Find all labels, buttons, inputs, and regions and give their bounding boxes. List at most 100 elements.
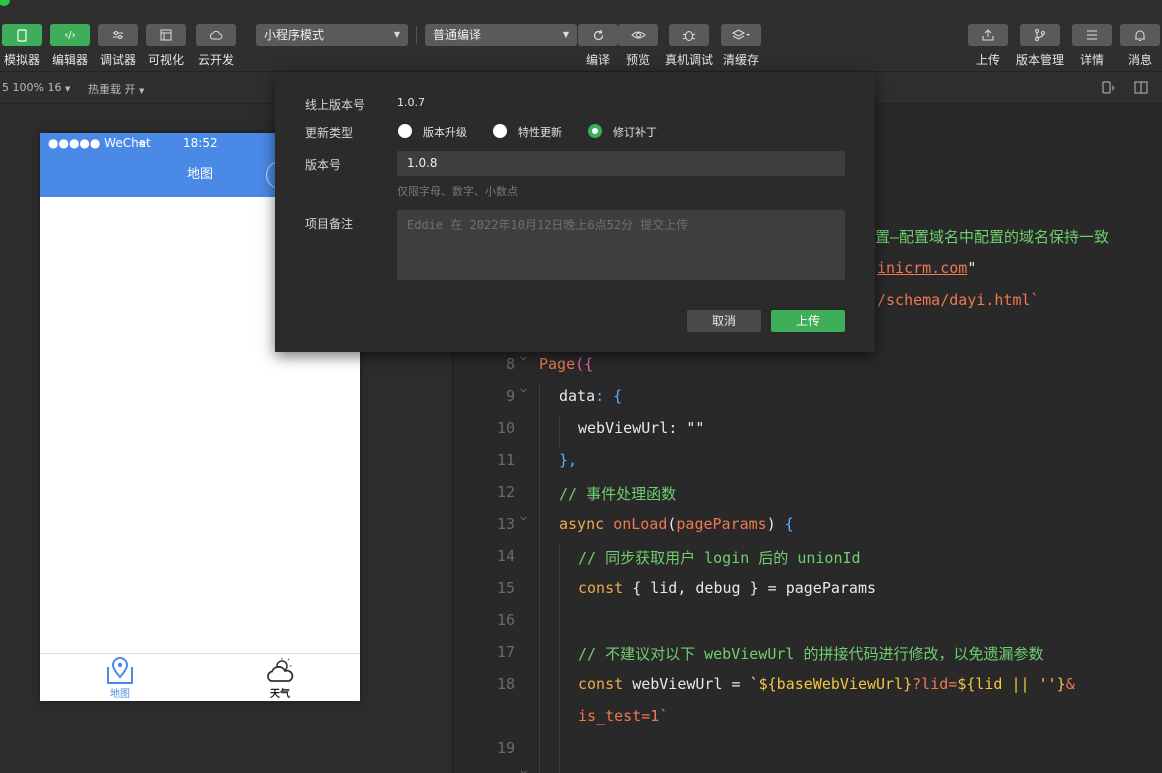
cloud-dev-button[interactable] [196,24,236,46]
fold-chevron-icon[interactable]: ⌵ [520,763,527,773]
preview-button[interactable] [618,24,658,46]
code-line-17: // 不建议对以下 webViewUrl 的拼接代码进行修改，以免遗漏参数 [578,645,1044,663]
bell-icon [1135,30,1145,41]
remark-label: 项目备注 [305,217,354,231]
code-line-15: const { lid, debug } = pageParams [578,579,877,597]
map-icon [107,657,133,684]
device-debug-button[interactable] [669,24,709,46]
visual-toggle-button[interactable] [146,24,186,46]
clear-cache-button[interactable] [721,24,761,46]
code-line-8: Page({ [539,355,594,373]
line-number: 19 [496,739,515,757]
device-debug-label: 真机调试 [664,53,713,67]
line-number: 16 [496,611,515,629]
window-close-dot[interactable] [0,0,10,6]
title-bar [0,0,1162,8]
wifi-icon: ᯤ [138,139,148,150]
layers-icon [732,29,750,40]
radio-feature-update[interactable] [493,124,507,138]
code-line-partial-domain: inicrm.com" [877,259,977,277]
confirm-upload-button[interactable]: 上传 [771,310,845,332]
mode-select-value: 小程序模式 [264,28,325,42]
upload-dialog: 线上版本号 1.0.7 更新类型 版本升级 特性更新 修订补丁 版本号 1.0.… [275,72,875,352]
chevron-down-icon: ▼ [393,30,400,39]
code-icon: ‹/› [64,29,76,41]
split-view-icon[interactable] [1134,81,1148,94]
bug-icon [682,31,696,41]
line-number: 11 [496,451,515,469]
devtools-window: 模拟器 ‹/› 编辑器 调试器 可视化 云开发 小程序模式 ▼ 普通编译 ▼ 编… [0,0,1162,773]
editor-toggle-button[interactable]: ‹/› [50,24,90,46]
domain-link[interactable]: inicrm.com [877,259,967,277]
line-number: 13 [496,515,515,533]
cloud-icon [209,30,223,40]
tab-map[interactable]: 地图 [40,657,200,700]
compile-select[interactable]: 普通编译 ▼ [425,24,577,46]
hot-reload-value: 热重载 开 [88,83,136,96]
version-input[interactable]: 1.0.8 [397,151,845,176]
code-line-10: webViewUrl: "" [578,419,705,437]
code-line-partial-comment: 置—配置域名中配置的域名保持一致 [875,228,1110,246]
debugger-toggle-button[interactable] [98,24,138,46]
details-label: 详情 [1079,53,1104,67]
tab-weather[interactable]: 天气 [200,657,360,700]
radio-version-upgrade[interactable] [398,124,412,138]
tab-weather-label: 天气 [270,689,290,700]
simulator-label: 模拟器 [3,53,40,67]
chevron-down-icon: ▼ [562,30,569,39]
rotate-icon[interactable] [1100,80,1116,96]
phone-icon [17,28,27,42]
sliders-icon [113,31,123,39]
layout-icon [160,29,172,41]
online-version-label: 线上版本号 [305,98,366,112]
fold-chevron-icon[interactable]: ⌵ [520,509,527,523]
simulator-toggle-button[interactable] [2,24,42,46]
messages-button[interactable] [1120,24,1160,46]
indent-guide [539,384,540,773]
radio-version-upgrade-label: 版本升级 [423,126,467,139]
compile-button[interactable] [578,24,618,46]
radio-patch[interactable] [588,124,602,138]
fold-chevron-icon[interactable]: ⌵ [520,381,527,395]
code-line-12: // 事件处理函数 [559,485,677,503]
mode-select[interactable]: 小程序模式 ▼ [256,24,408,46]
radio-feature-update-label: 特性更新 [518,126,562,139]
code-line-13: async onLoad(pageParams) { [559,515,794,533]
hot-reload-select[interactable]: 热重载 开 ▼ [88,81,144,97]
indent-guide [559,416,560,448]
upload-button[interactable] [968,24,1008,46]
line-number: 10 [496,419,515,437]
line-number: 15 [496,579,515,597]
details-button[interactable] [1072,24,1112,46]
online-version-value: 1.0.7 [397,96,425,109]
update-type-label: 更新类型 [305,126,354,140]
menu-icon [1087,30,1097,40]
cancel-button[interactable]: 取消 [687,310,761,332]
chevron-down-icon: ▼ [139,87,145,95]
line-number: 14 [496,547,515,565]
branch-icon [1035,29,1045,41]
weather-icon [267,658,294,682]
nav-title: 地图 [186,167,213,182]
line-number: 18 [496,675,515,693]
status-time: 18:52 [183,136,218,150]
upload-icon [982,29,994,41]
eye-icon [630,31,646,39]
code-line-14: // 同步获取用户 login 后的 unionId [578,549,861,567]
debugger-label: 调试器 [99,53,136,67]
code-line-9: data: { [559,387,623,405]
indent-guide [559,544,560,773]
refresh-icon [593,29,603,40]
device-zoom-select[interactable]: 5 100% 16 ▼ [2,81,70,94]
cloud-dev-label: 云开发 [197,53,234,67]
editor-label: 编辑器 [51,53,88,67]
code-line-18: const webViewUrl = `${baseWebViewUrl}?li… [578,675,1075,693]
toolbar-divider [416,26,417,44]
upload-label: 上传 [975,53,1000,67]
version-control-label: 版本管理 [1015,53,1064,67]
remark-textarea[interactable]: Eddie 在 2022年10月12日晚上6点52分 提交上传 [397,210,845,280]
code-line-partial-path: /schema/dayi.html` [877,291,1040,309]
radio-patch-label: 修订补丁 [613,126,657,139]
version-control-button[interactable] [1020,24,1060,46]
messages-label: 消息 [1127,53,1152,67]
